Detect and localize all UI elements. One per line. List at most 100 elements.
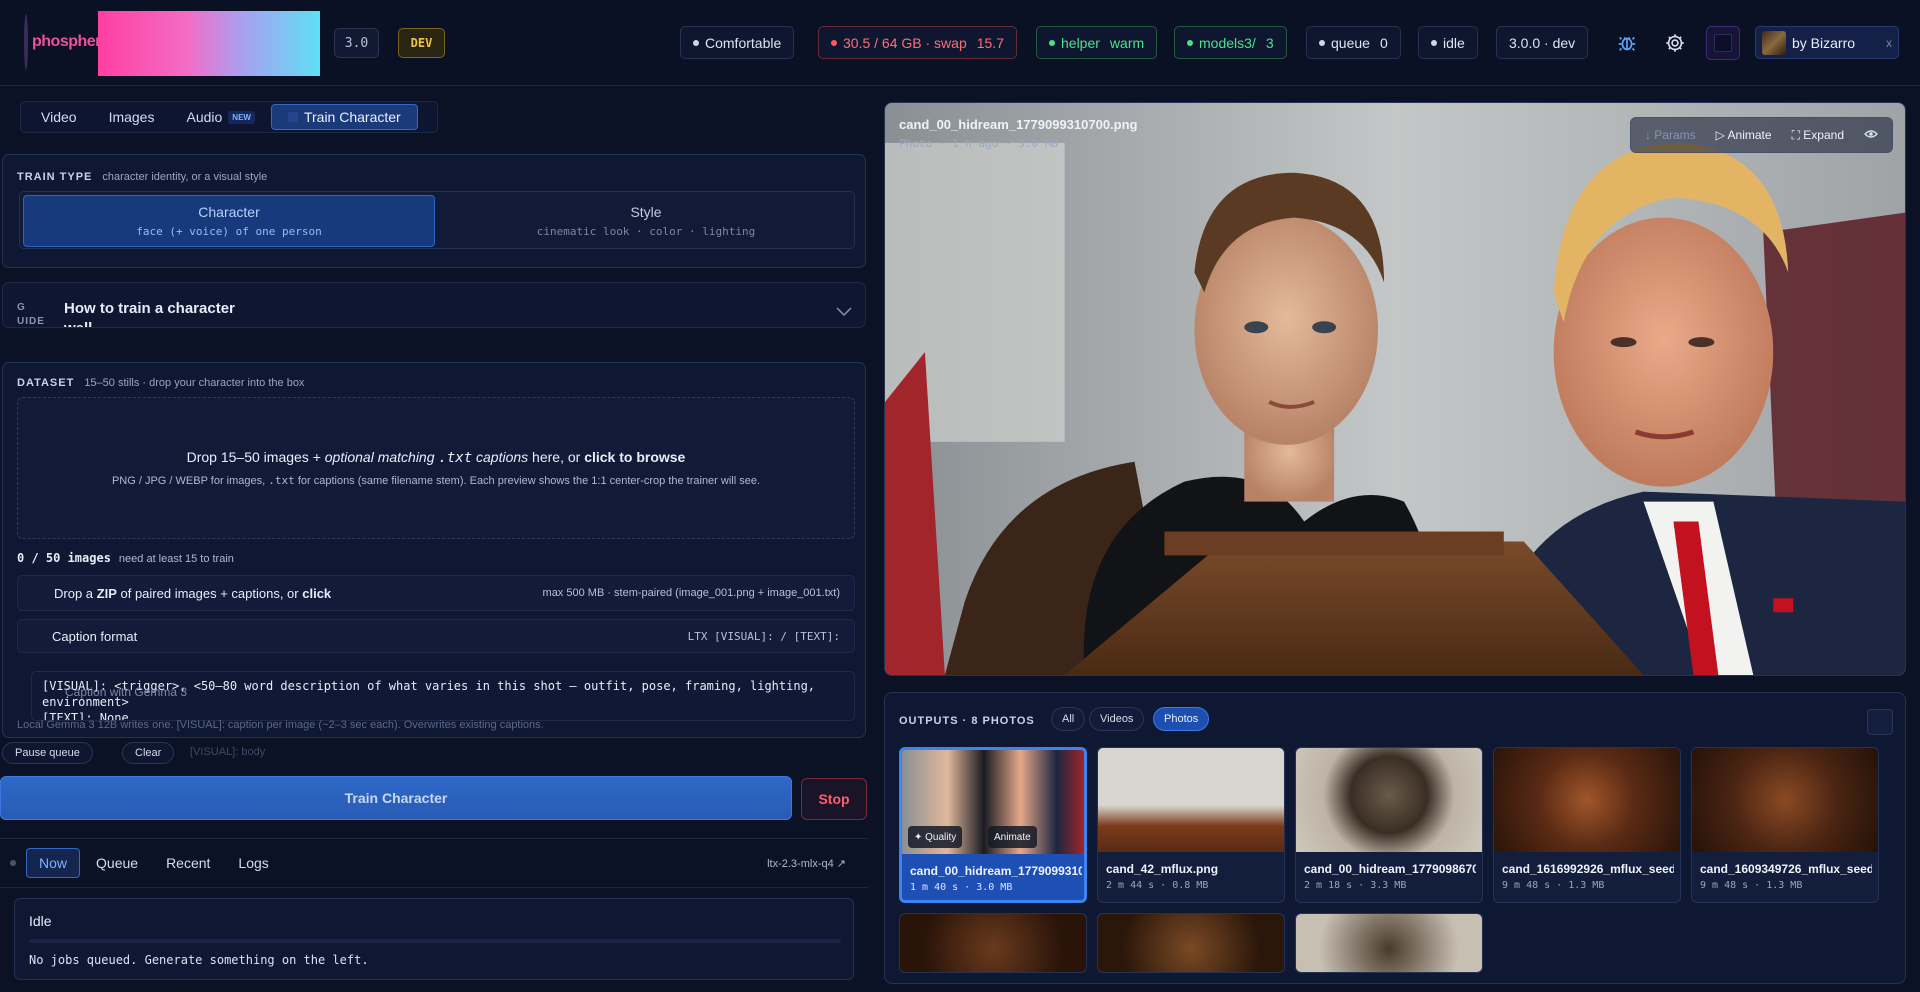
tab-logs[interactable]: Logs	[226, 848, 280, 878]
filter-all[interactable]: All	[1051, 707, 1086, 731]
models-label: models3/	[1199, 34, 1256, 51]
settings-button[interactable]	[1658, 26, 1692, 60]
status-chip[interactable]: idle	[1418, 26, 1478, 59]
caption-format-row[interactable]: Caption format LTX [VISUAL]: / [TEXT]:	[17, 619, 855, 653]
dot-icon	[1431, 39, 1437, 46]
models-chip[interactable]: models3/ 3	[1174, 26, 1287, 59]
debug-button[interactable]	[1610, 26, 1644, 60]
dot-icon	[693, 39, 699, 46]
job-status-message: No jobs queued. Generate something on th…	[29, 953, 369, 967]
app-logo[interactable]: phosphen	[24, 14, 105, 70]
drop-sub-1: PNG / JPG / WEBP for images,	[111, 475, 269, 487]
train-character-button[interactable]: Train Character	[0, 776, 792, 820]
outputs-panel: OUTPUTS · 8 PHOTOS All Videos Photos ✦ Q…	[884, 692, 1906, 984]
output-thumb[interactable]: cand_1609349726_mflux_seed.png 9 m 48 s …	[1691, 747, 1879, 903]
select-mode-button[interactable]	[1867, 709, 1893, 735]
eye-icon[interactable]	[1864, 128, 1878, 142]
output-thumb[interactable]: cand_1616992926_mflux_seed.png 9 m 48 s …	[1493, 747, 1681, 903]
tab-audio-label: Audio	[186, 109, 223, 125]
thumb-filename: cand_00_hidream_1779098670.png	[1304, 862, 1476, 876]
caption-format-value: LTX [VISUAL]: / [TEXT]:	[687, 629, 840, 643]
animate-label: Animate	[1727, 128, 1772, 142]
logo-mark-icon	[24, 14, 28, 70]
animate-button[interactable]: ▷ Animate	[1716, 128, 1772, 142]
tab-video[interactable]: Video	[25, 104, 93, 130]
version-badge: 3.0	[334, 28, 379, 58]
brand-gradient-banner	[98, 11, 320, 76]
dataset-label: DATASET	[17, 377, 75, 389]
queue-chip[interactable]: queue 0	[1306, 26, 1401, 59]
clear-button[interactable]: Clear	[122, 742, 175, 764]
filter-photos[interactable]: Photos	[1153, 707, 1210, 731]
output-thumb[interactable]	[1097, 913, 1285, 973]
zip-click-link[interactable]: click	[302, 586, 331, 601]
tab-images[interactable]: Images	[93, 104, 171, 130]
dot-icon	[1187, 39, 1193, 46]
helper-label: helper	[1061, 34, 1100, 51]
top-bar: phosphen 3.0 DEV Comfortable 30.5 / 64 G…	[0, 0, 1920, 86]
expand-button[interactable]: ⛶ Expand	[1792, 128, 1844, 143]
caption-body-ghost: [VISUAL]: body	[190, 746, 266, 758]
job-status-title: Idle	[29, 913, 52, 929]
status-dot-icon	[10, 860, 16, 866]
build-chip[interactable]: 3.0.0 · dev	[1496, 26, 1589, 59]
helper-chip[interactable]: helper warm	[1036, 26, 1158, 59]
gemma-caption-label: Caption with Gemma 3	[65, 685, 188, 699]
option-style-title: Style	[630, 204, 662, 220]
train-type-label: TRAIN TYPE	[17, 171, 93, 183]
output-thumb[interactable]	[899, 913, 1087, 973]
thumb-meta: 9 m 48 s · 1.3 MB	[1502, 880, 1605, 891]
user-label: by Bizarro	[1792, 34, 1856, 51]
play-icon: ▷	[1715, 128, 1728, 142]
zip-limits: max 500 MB · stem-paired (image_001.png …	[542, 587, 840, 599]
avatar	[1762, 30, 1786, 55]
job-status-card: Idle No jobs queued. Generate something …	[14, 898, 854, 980]
filter-videos[interactable]: Videos	[1089, 707, 1145, 731]
user-chip[interactable]: by Bizarro x	[1755, 26, 1899, 59]
thumb-filename: cand_1616992926_mflux_seed.png	[1502, 862, 1674, 876]
panel-toggle-button[interactable]	[1706, 26, 1740, 60]
image-count: 0 / 50 images need at least 15 to train	[17, 551, 234, 565]
expand-icon: ⛶	[1791, 127, 1804, 142]
animate-thumb-button[interactable]: Animate	[988, 826, 1037, 848]
bug-icon	[1618, 36, 1636, 51]
dropzone-main-text: Drop 15–50 images + optional matching .t…	[187, 449, 686, 466]
zip-text-bold: ZIP	[96, 585, 117, 601]
browse-link[interactable]: click to browse	[584, 449, 685, 465]
image-dropzone[interactable]: Drop 15–50 images + optional matching .t…	[17, 397, 855, 539]
viewer-filename: cand_00_hidream_1779099310700.png	[899, 117, 1138, 132]
dataset-sub: 15–50 stills · drop your character into …	[84, 377, 305, 389]
tab-queue[interactable]: Queue	[84, 848, 150, 878]
memory-chip[interactable]: 30.5 / 64 GB · swap 15.7	[818, 26, 1017, 59]
drop-sub-2: for captions (same filename stem). Each …	[294, 475, 761, 487]
option-character[interactable]: Character face (+ voice) of one person	[23, 195, 435, 247]
helper-state: warm	[1109, 34, 1145, 51]
thumbnail-image	[1494, 748, 1680, 852]
output-thumb[interactable]: cand_42_mflux.png 2 m 44 s · 0.8 MB	[1097, 747, 1285, 903]
quality-button[interactable]: ✦ Quality	[908, 826, 963, 848]
image-viewer[interactable]: cand_00_hidream_1779099310700.png Photo …	[884, 102, 1906, 676]
close-icon[interactable]: x	[1886, 36, 1892, 50]
guide-accordion[interactable]: G UIDE How to train a character well	[2, 282, 866, 328]
tab-recent[interactable]: Recent	[154, 848, 222, 878]
drop-text-2: here, or	[528, 449, 585, 465]
output-thumb[interactable]: cand_00_hidream_1779098670.png 2 m 18 s …	[1295, 747, 1483, 903]
tab-now[interactable]: Now	[26, 848, 81, 878]
output-thumb[interactable]	[1295, 913, 1483, 973]
expand-label: Expand	[1803, 127, 1844, 142]
params-button[interactable]: ↓ Params	[1645, 128, 1696, 142]
guide-title: How to train a character well	[64, 300, 235, 327]
stop-button[interactable]: Stop	[801, 778, 867, 820]
zip-dropzone[interactable]: Drop a ZIP of paired images + captions, …	[17, 575, 855, 611]
train-type-selector: Character face (+ voice) of one person S…	[19, 191, 855, 249]
pause-queue-button[interactable]: Pause queue	[2, 742, 93, 764]
model-link[interactable]: ltx-2.3-mlx-q4 ↗	[767, 857, 846, 870]
thumbnail-image	[1098, 748, 1284, 852]
tab-audio[interactable]: Audio NEW	[170, 104, 270, 130]
density-chip[interactable]: Comfortable	[680, 26, 795, 59]
output-thumb[interactable]: ✦ Quality Animate cand_00_hidream_177909…	[899, 747, 1087, 903]
tab-train-character[interactable]: Train Character	[270, 104, 418, 130]
outputs-label: OUTPUTS · 8 PHOTOS	[899, 715, 1035, 727]
square-icon	[287, 112, 298, 122]
option-style[interactable]: Style cinematic look · color · lighting	[440, 195, 852, 247]
